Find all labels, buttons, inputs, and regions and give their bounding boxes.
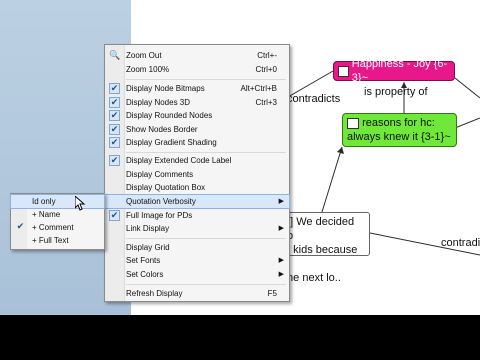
node-label: reasons for hc: always knew it {3-1}~ <box>347 117 451 143</box>
check-icon: ✔ <box>109 137 120 148</box>
menu-item-display-comments[interactable]: Display Comments <box>105 168 289 181</box>
menu-item-display-extended-code-label[interactable]: ✔ Display Extended Code Label <box>105 154 289 167</box>
check-icon: ✔ <box>109 210 120 221</box>
quote-line: 9] We decided to <box>284 216 355 242</box>
node-label: Happiness - Joy {6-3}~ <box>351 58 448 84</box>
link-line <box>321 146 343 213</box>
menu-item-set-colors[interactable]: Set Colors ▶ <box>105 268 289 281</box>
check-icon: ✔ <box>16 221 25 231</box>
check-icon: ✔ <box>109 155 120 166</box>
menu-item-full-image-for-pds[interactable]: ✔ Full Image for PDs <box>105 209 289 222</box>
mouse-pointer-icon <box>75 196 86 211</box>
quotation-verbosity-submenu: Id only + Name ✔ + Comment + Full Text <box>10 193 105 250</box>
check-icon: ✔ <box>109 83 120 94</box>
link-label-is-property-of: is property of <box>364 86 428 98</box>
context-menu: 🔍 Zoom Out Ctrl+- Zoom 100% Ctrl+0 ✔ Dis… <box>104 44 290 302</box>
menu-item-display-nodes-3d[interactable]: ✔ Display Nodes 3D Ctrl+3 <box>105 96 289 109</box>
quote-line: the next lo.. <box>284 272 341 284</box>
link-line <box>454 117 480 129</box>
check-icon: ✔ <box>109 97 120 108</box>
menu-item-display-quotation-box[interactable]: Display Quotation Box <box>105 181 289 194</box>
code-node-reasons[interactable]: reasons for hc: always knew it {3-1}~ <box>342 113 457 147</box>
app-window: Happiness - Joy {6-3}~ reasons for hc: a… <box>0 0 480 315</box>
submenu-arrow-icon: ▶ <box>278 198 284 205</box>
menu-item-show-nodes-border[interactable]: ✔ Show Nodes Border <box>105 123 289 136</box>
submenu-arrow-icon: ▶ <box>278 225 284 232</box>
code-icon <box>338 65 349 77</box>
code-icon <box>347 117 359 129</box>
link-line <box>454 77 480 99</box>
submenu-item-comment[interactable]: ✔ + Comment <box>11 221 104 234</box>
menu-item-display-gradient-shading[interactable]: ✔ Display Gradient Shading <box>105 136 289 149</box>
submenu-item-full-text[interactable]: + Full Text <box>11 234 104 247</box>
menu-item-display-node-bitmaps[interactable]: ✔ Display Node Bitmaps Alt+Ctrl+B <box>105 82 289 95</box>
menu-item-zoom-out[interactable]: 🔍 Zoom Out Ctrl+- <box>105 49 289 62</box>
link-label-contradicts: contradi <box>441 237 480 249</box>
code-node-happiness[interactable]: Happiness - Joy {6-3}~ <box>333 58 455 84</box>
quotation-node[interactable]: 9] We decided to e kids because it the n… <box>279 212 370 284</box>
menu-item-refresh-display[interactable]: Refresh Display F5 <box>105 287 289 300</box>
link-label-contradicts: contradicts <box>287 93 341 105</box>
menu-item-quotation-verbosity[interactable]: Quotation Verbosity ▶ <box>104 194 290 209</box>
check-icon: ✔ <box>109 124 120 135</box>
zoom-out-icon: 🔍 <box>109 50 121 60</box>
menu-item-link-display[interactable]: Link Display ▶ <box>105 222 289 235</box>
quote-line: e kids because it <box>284 244 358 270</box>
submenu-item-id-only[interactable]: Id only <box>10 194 105 209</box>
submenu-arrow-icon: ▶ <box>278 257 284 264</box>
arrow-head <box>337 147 344 154</box>
menu-item-zoom-100[interactable]: Zoom 100% Ctrl+0 <box>105 63 289 76</box>
menu-item-set-fonts[interactable]: Set Fonts ▶ <box>105 254 289 267</box>
check-icon: ✔ <box>109 110 120 121</box>
submenu-item-name[interactable]: + Name <box>11 208 104 221</box>
menu-item-display-rounded-nodes[interactable]: ✔ Display Rounded Nodes <box>105 109 289 122</box>
submenu-arrow-icon: ▶ <box>278 271 284 278</box>
menu-item-display-grid[interactable]: Display Grid <box>105 241 289 254</box>
